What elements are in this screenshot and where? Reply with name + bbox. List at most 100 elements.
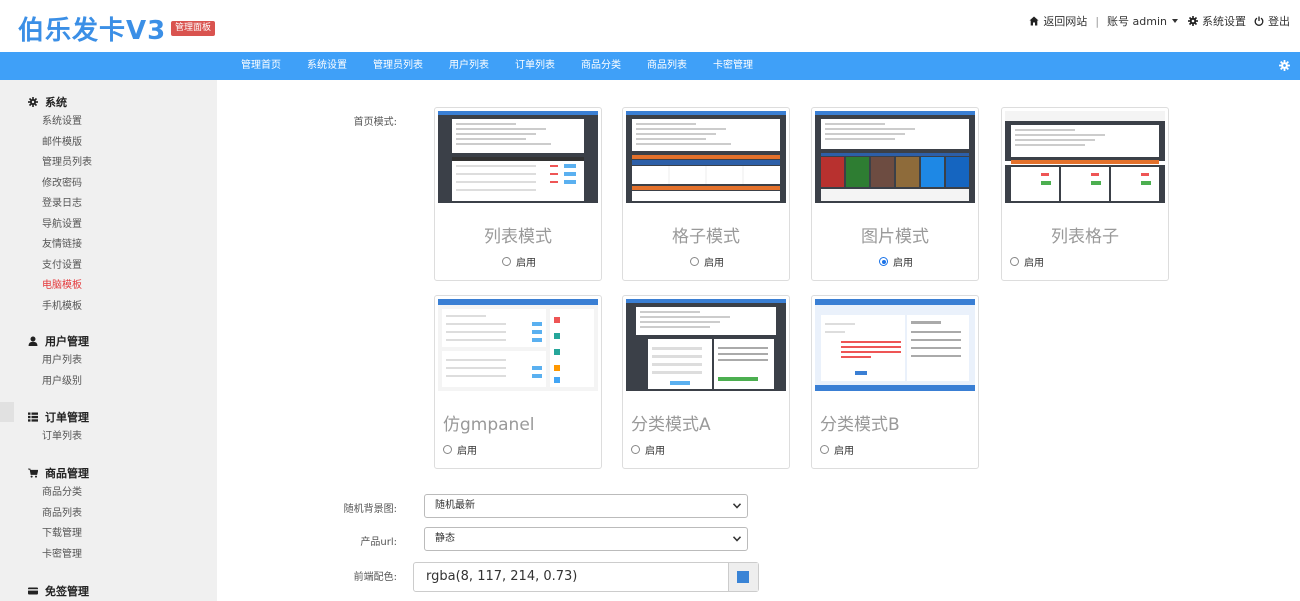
template-card-gmpanel[interactable]: 仿gmpanel 启用 <box>434 295 602 469</box>
template-radio[interactable]: 启用 <box>1010 254 1044 269</box>
sidebar-item[interactable]: 手机模板 <box>28 297 92 318</box>
sidebar-item[interactable]: 修改密码 <box>28 174 92 195</box>
template-radio[interactable]: 启用 <box>879 254 913 269</box>
template-card-list[interactable]: 列表模式 启用 <box>434 107 602 281</box>
nav-item[interactable]: 商品列表 <box>634 52 700 80</box>
system-settings-link[interactable]: 系统设置 <box>1188 13 1246 29</box>
sidebar-item[interactable]: 导航设置 <box>28 215 92 236</box>
nav-item[interactable]: 系统设置 <box>294 52 360 80</box>
sidebar-items: 商品分类 商品列表 下载管理 卡密管理 <box>28 483 89 565</box>
radio-label: 启用 <box>704 258 724 269</box>
account-dropdown[interactable]: 账号 admin <box>1107 13 1178 29</box>
product-url-select[interactable]: 静态 <box>424 527 748 551</box>
radio-label: 启用 <box>457 446 477 457</box>
gear-icon <box>1188 16 1198 26</box>
sidebar-item[interactable]: 登录日志 <box>28 194 92 215</box>
template-radio[interactable]: 启用 <box>443 442 477 457</box>
radio-label: 启用 <box>893 258 913 269</box>
radio-button[interactable] <box>443 445 452 454</box>
color-picker-button[interactable] <box>728 563 758 591</box>
sidebar-item[interactable]: 支付设置 <box>28 256 92 277</box>
logout-label: 登出 <box>1268 15 1290 28</box>
template-card-category-b[interactable]: 分类模式B 启用 <box>811 295 979 469</box>
front-color-input[interactable]: rgba(8, 117, 214, 0.73) <box>413 562 759 592</box>
nav-item[interactable]: 卡密管理 <box>700 52 766 80</box>
radio-label: 启用 <box>834 446 854 457</box>
radio-button[interactable] <box>690 257 699 266</box>
template-radio[interactable]: 启用 <box>502 254 536 269</box>
radio-label: 启用 <box>516 258 536 269</box>
sidebar-head-users[interactable]: 用户管理 <box>28 331 89 351</box>
sidebar-item[interactable]: 系统设置 <box>28 112 92 133</box>
sidebar-head-system[interactable]: 系统 <box>28 92 92 112</box>
sidebar-item[interactable]: 订单列表 <box>28 427 89 448</box>
template-name: 分类模式A <box>631 415 711 435</box>
sidebar-item[interactable]: 商品分类 <box>28 483 89 504</box>
sidebar-items: 订单列表 <box>28 427 89 448</box>
sidebar-item[interactable]: 商品列表 <box>28 504 89 525</box>
sidebar-head-free-sign[interactable]: 免签管理 <box>28 581 89 601</box>
nav-item[interactable]: 订单列表 <box>502 52 568 80</box>
front-color-value: rgba(8, 117, 214, 0.73) <box>426 569 578 584</box>
logout-link[interactable]: 登出 <box>1254 13 1290 29</box>
admin-panel-badge: 管理面板 <box>171 21 216 36</box>
template-card-category-a[interactable]: 分类模式A 启用 <box>622 295 790 469</box>
sidebar-group-orders: 订单管理 订单列表 <box>28 407 89 448</box>
template-card-grid[interactable]: 格子模式 启用 <box>622 107 790 281</box>
radio-button[interactable] <box>631 445 640 454</box>
radio-button[interactable] <box>502 257 511 266</box>
template-radio[interactable]: 启用 <box>690 254 724 269</box>
radio-button[interactable] <box>820 445 829 454</box>
template-radio[interactable]: 启用 <box>820 442 854 457</box>
sidebar-item[interactable]: 邮件模版 <box>28 133 92 154</box>
template-name: 列表格子 <box>1051 227 1119 247</box>
gear-icon <box>28 97 38 107</box>
template-name: 图片模式 <box>861 227 929 247</box>
sidebar-head-orders[interactable]: 订单管理 <box>28 407 89 427</box>
template-thumbnail <box>815 299 975 391</box>
sidebar-item[interactable]: 电脑模板 <box>28 276 92 297</box>
sidebar-collapse-handle[interactable] <box>0 402 14 422</box>
sidebar-group-free-sign: 免签管理 <box>28 581 89 601</box>
product-url-label: 产品url: <box>360 537 397 548</box>
sidebar-head-label: 系统 <box>45 96 67 109</box>
nav-item[interactable]: 用户列表 <box>436 52 502 80</box>
template-thumbnail <box>626 111 786 203</box>
brand-logo[interactable]: 伯乐发卡V3 <box>18 10 166 47</box>
sidebar-items: 系统设置 邮件模版 管理员列表 修改密码 登录日志 导航设置 友情链接 支付设置 电脑模板 手机模… <box>28 112 92 317</box>
template-card-picture[interactable]: 图片模式 启用 <box>811 107 979 281</box>
sidebar-item[interactable]: 卡密管理 <box>28 545 89 566</box>
home-mode-label: 首页模式: <box>353 117 397 128</box>
random-bg-select[interactable]: 随机最新 <box>424 494 748 518</box>
nav-item[interactable]: 商品分类 <box>568 52 634 80</box>
sidebar-item[interactable]: 管理员列表 <box>28 153 92 174</box>
sidebar-item[interactable]: 下载管理 <box>28 524 89 545</box>
gear-icon[interactable] <box>1279 60 1290 71</box>
chevron-down-icon <box>733 536 741 542</box>
sidebar-group-products: 商品管理 商品分类 商品列表 下载管理 卡密管理 <box>28 463 89 565</box>
sidebar-item[interactable]: 用户列表 <box>28 351 89 372</box>
sidebar-group-users: 用户管理 用户列表 用户级别 <box>28 331 89 392</box>
nav-item[interactable]: 管理员列表 <box>360 52 436 80</box>
account-label: 账号 admin <box>1107 15 1167 28</box>
sidebar-item[interactable]: 友情链接 <box>28 235 92 256</box>
sidebar-head-label: 免签管理 <box>45 585 89 598</box>
template-card-list-grid[interactable]: 列表格子 启用 <box>1001 107 1169 281</box>
radio-button[interactable] <box>879 257 888 266</box>
radio-button[interactable] <box>1010 257 1019 266</box>
template-thumbnail <box>815 111 975 203</box>
color-swatch <box>737 571 749 583</box>
template-name: 格子模式 <box>672 227 740 247</box>
main-nav: 管理首页 系统设置 管理员列表 用户列表 订单列表 商品分类 商品列表 卡密管理 <box>0 52 1300 80</box>
sidebar-item[interactable]: 用户级别 <box>28 372 89 393</box>
chevron-down-icon <box>733 503 741 509</box>
template-thumbnail <box>626 299 786 391</box>
power-icon <box>1254 16 1264 26</box>
nav-item[interactable]: 管理首页 <box>228 52 294 80</box>
template-radio[interactable]: 启用 <box>631 442 665 457</box>
front-color-label: 前端配色: <box>353 572 397 583</box>
sidebar-head-products[interactable]: 商品管理 <box>28 463 89 483</box>
user-icon <box>28 336 38 346</box>
back-site-link[interactable]: 返回网站 <box>1029 13 1087 29</box>
sidebar-head-label: 商品管理 <box>45 467 89 480</box>
